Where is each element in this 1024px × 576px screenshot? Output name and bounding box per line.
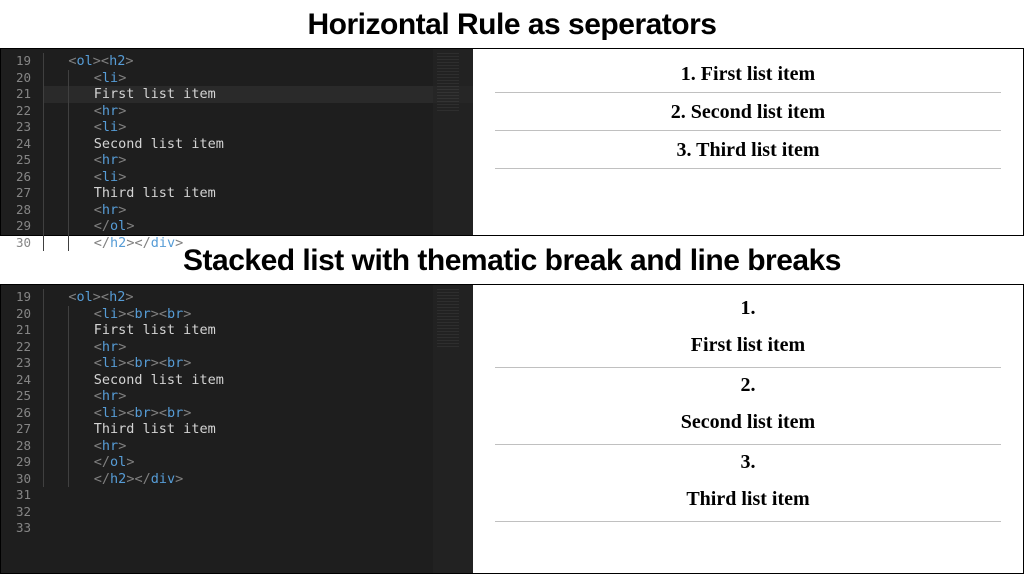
list-number: 3. xyxy=(491,445,1005,474)
code-line[interactable]: <hr> xyxy=(43,339,473,356)
code-line[interactable]: Second list item xyxy=(43,372,473,389)
code-line[interactable]: <hr> xyxy=(43,388,473,405)
line-number: 20 xyxy=(1,70,31,87)
horizontal-rule xyxy=(495,168,1001,169)
code-line[interactable]: First list item xyxy=(43,86,473,103)
line-number: 26 xyxy=(1,169,31,186)
line-number: 25 xyxy=(1,388,31,405)
line-number-gutter: 192021222324252627282930313233 xyxy=(1,285,39,573)
heading-hr-separators: Horizontal Rule as seperators xyxy=(0,0,1024,48)
code-line[interactable] xyxy=(43,520,473,537)
line-number: 19 xyxy=(1,289,31,306)
list-item-text: Second list item xyxy=(491,397,1005,444)
code-line[interactable]: <ol><h2> xyxy=(43,53,473,70)
line-number: 22 xyxy=(1,103,31,120)
line-number: 33 xyxy=(1,520,31,537)
code-editor-2[interactable]: 192021222324252627282930313233 <ol><h2> … xyxy=(1,285,473,573)
code-line[interactable]: <hr> xyxy=(43,152,473,169)
code-line[interactable]: First list item xyxy=(43,322,473,339)
code-line[interactable]: Third list item xyxy=(43,421,473,438)
panel-example-2: 192021222324252627282930313233 <ol><h2> … xyxy=(0,284,1024,574)
line-number: 29 xyxy=(1,454,31,471)
rendered-output-2: 1.First list item2.Second list item3.Thi… xyxy=(473,285,1023,573)
code-editor-1[interactable]: 192021222324252627282930 <ol><h2> <li> F… xyxy=(1,49,473,235)
line-number: 30 xyxy=(1,235,31,252)
line-number: 27 xyxy=(1,185,31,202)
list-item-text: Third list item xyxy=(491,474,1005,521)
list-number: 1. xyxy=(491,291,1005,320)
code-line[interactable]: <li><br><br> xyxy=(43,355,473,372)
code-line[interactable]: </ol> xyxy=(43,218,473,235)
code-line[interactable]: <li> xyxy=(43,169,473,186)
code-line[interactable]: <li> xyxy=(43,119,473,136)
rendered-output-1: 1. First list item2. Second list item3. … xyxy=(473,49,1023,235)
code-line[interactable]: <hr> xyxy=(43,438,473,455)
line-number: 25 xyxy=(1,152,31,169)
code-line[interactable]: </ol> xyxy=(43,454,473,471)
line-number: 23 xyxy=(1,355,31,372)
code-line[interactable]: <li><br><br> xyxy=(43,405,473,422)
line-number: 21 xyxy=(1,86,31,103)
line-number: 24 xyxy=(1,372,31,389)
panel-example-1: 192021222324252627282930 <ol><h2> <li> F… xyxy=(0,48,1024,236)
code-line[interactable]: </h2></div> xyxy=(43,235,473,252)
list-item-text: First list item xyxy=(491,320,1005,367)
line-number: 28 xyxy=(1,202,31,219)
list-number: 2. xyxy=(491,368,1005,397)
line-number: 20 xyxy=(1,306,31,323)
line-number: 30 xyxy=(1,471,31,488)
line-number-gutter: 192021222324252627282930 xyxy=(1,49,39,235)
code-line[interactable]: <hr> xyxy=(43,202,473,219)
code-area[interactable]: <ol><h2> <li><br><br> First list item <h… xyxy=(39,285,473,573)
line-number: 27 xyxy=(1,421,31,438)
code-line[interactable]: <li> xyxy=(43,70,473,87)
code-area[interactable]: <ol><h2> <li> First list item <hr> <li> … xyxy=(39,49,473,235)
line-number: 28 xyxy=(1,438,31,455)
minimap[interactable] xyxy=(433,49,473,235)
code-line[interactable]: </h2></div> xyxy=(43,471,473,488)
line-number: 23 xyxy=(1,119,31,136)
line-number: 32 xyxy=(1,504,31,521)
code-line[interactable]: <hr> xyxy=(43,103,473,120)
code-line[interactable] xyxy=(43,504,473,521)
line-number: 24 xyxy=(1,136,31,153)
line-number: 21 xyxy=(1,322,31,339)
list-item: 2. Second list item xyxy=(491,93,1005,130)
code-line[interactable]: Third list item xyxy=(43,185,473,202)
list-item: 1. First list item xyxy=(491,55,1005,92)
line-number: 29 xyxy=(1,218,31,235)
code-line[interactable]: <li><br><br> xyxy=(43,306,473,323)
line-number: 22 xyxy=(1,339,31,356)
code-line[interactable]: <ol><h2> xyxy=(43,289,473,306)
horizontal-rule xyxy=(495,521,1001,522)
line-number: 19 xyxy=(1,53,31,70)
line-number: 26 xyxy=(1,405,31,422)
code-line[interactable] xyxy=(43,487,473,504)
code-line[interactable]: Second list item xyxy=(43,136,473,153)
list-item: 3. Third list item xyxy=(491,131,1005,168)
minimap[interactable] xyxy=(433,285,473,573)
line-number: 31 xyxy=(1,487,31,504)
